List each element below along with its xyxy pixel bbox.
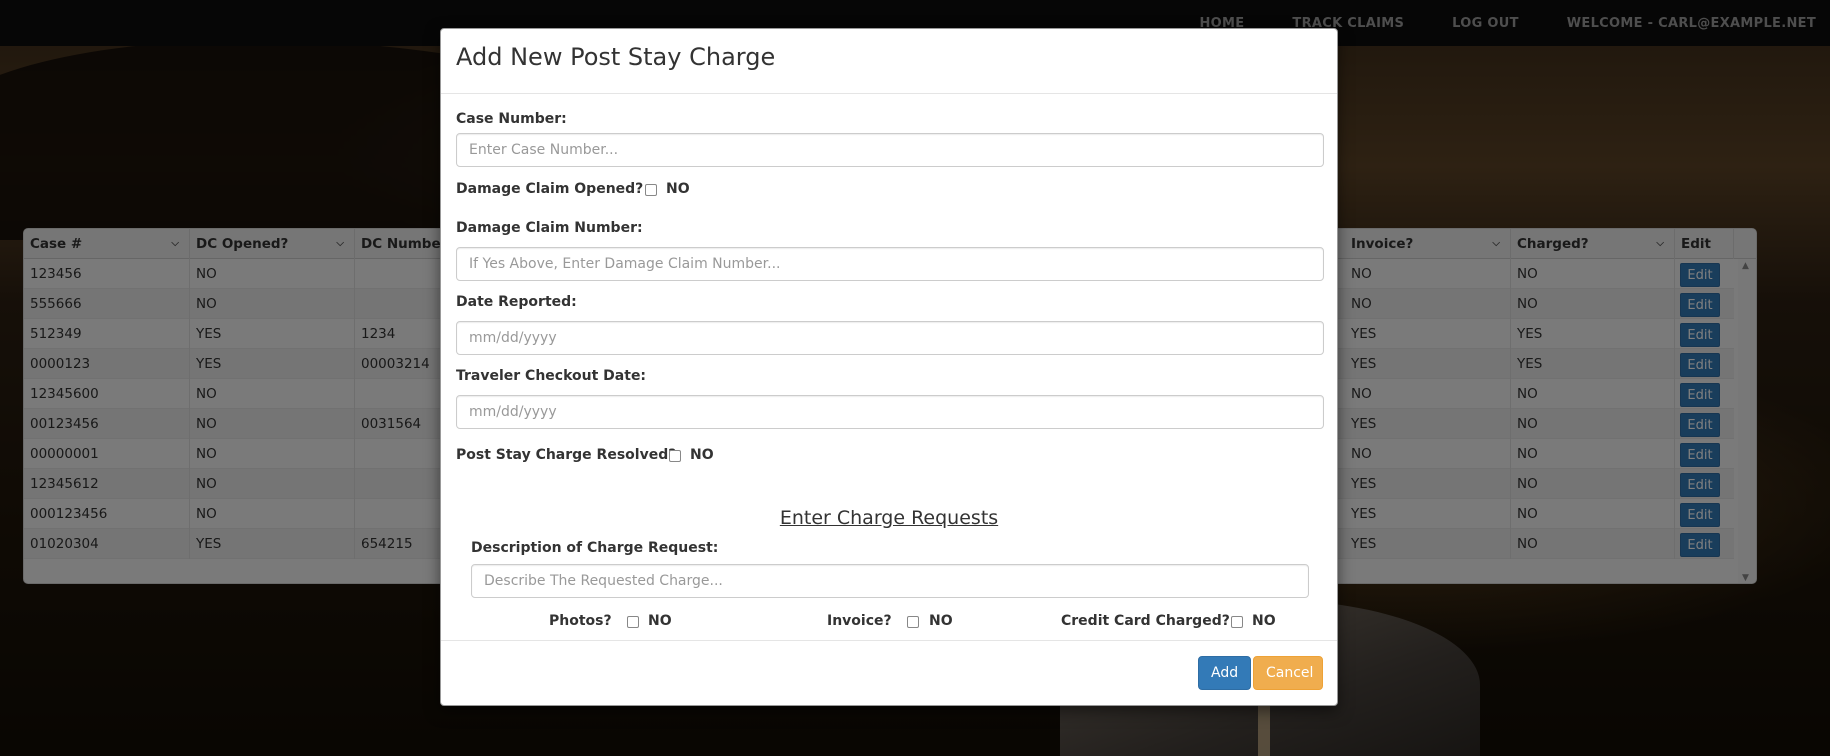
add-button[interactable]: Add <box>1198 656 1251 690</box>
photos-checkbox[interactable] <box>627 616 639 628</box>
resolved-value: NO <box>690 447 714 463</box>
cc-charged-label: Credit Card Charged? <box>1061 613 1230 629</box>
invoice-checkbox[interactable] <box>907 616 919 628</box>
damage-claim-opened-value: NO <box>666 181 690 197</box>
resolved-checkbox[interactable] <box>669 450 681 462</box>
damage-claim-number-label: Damage Claim Number: <box>456 220 643 236</box>
description-input[interactable] <box>471 564 1309 598</box>
damage-claim-opened-checkbox[interactable] <box>645 184 657 196</box>
cc-charged-checkbox[interactable] <box>1231 616 1243 628</box>
modal-header: Add New Post Stay Charge <box>441 29 1337 94</box>
case-number-input[interactable] <box>456 133 1324 167</box>
modal-title: Add New Post Stay Charge <box>456 43 776 71</box>
description-label: Description of Charge Request: <box>471 540 719 556</box>
checkout-date-label: Traveler Checkout Date: <box>456 368 647 384</box>
cancel-button[interactable]: Cancel <box>1253 656 1323 690</box>
date-reported-input[interactable] <box>456 321 1324 355</box>
photos-label: Photos? <box>549 613 612 629</box>
charge-requests-heading: Enter Charge Requests <box>779 507 999 529</box>
damage-claim-number-input[interactable] <box>456 247 1324 281</box>
date-reported-label: Date Reported: <box>456 294 577 310</box>
photos-value: NO <box>648 613 672 629</box>
resolved-label: Post Stay Charge Resolved? <box>456 447 677 463</box>
damage-claim-opened-label: Damage Claim Opened? <box>456 181 644 197</box>
cc-charged-value: NO <box>1252 613 1276 629</box>
checkout-date-input[interactable] <box>456 395 1324 429</box>
add-post-stay-charge-modal: Add New Post Stay Charge Case Number: Da… <box>440 28 1338 706</box>
modal-footer: Add Cancel <box>441 640 1337 705</box>
invoice-value: NO <box>929 613 953 629</box>
case-number-label: Case Number: <box>456 111 567 127</box>
invoice-label: Invoice? <box>827 613 892 629</box>
modal-body: Case Number: Damage Claim Opened? NO Dam… <box>441 95 1337 642</box>
